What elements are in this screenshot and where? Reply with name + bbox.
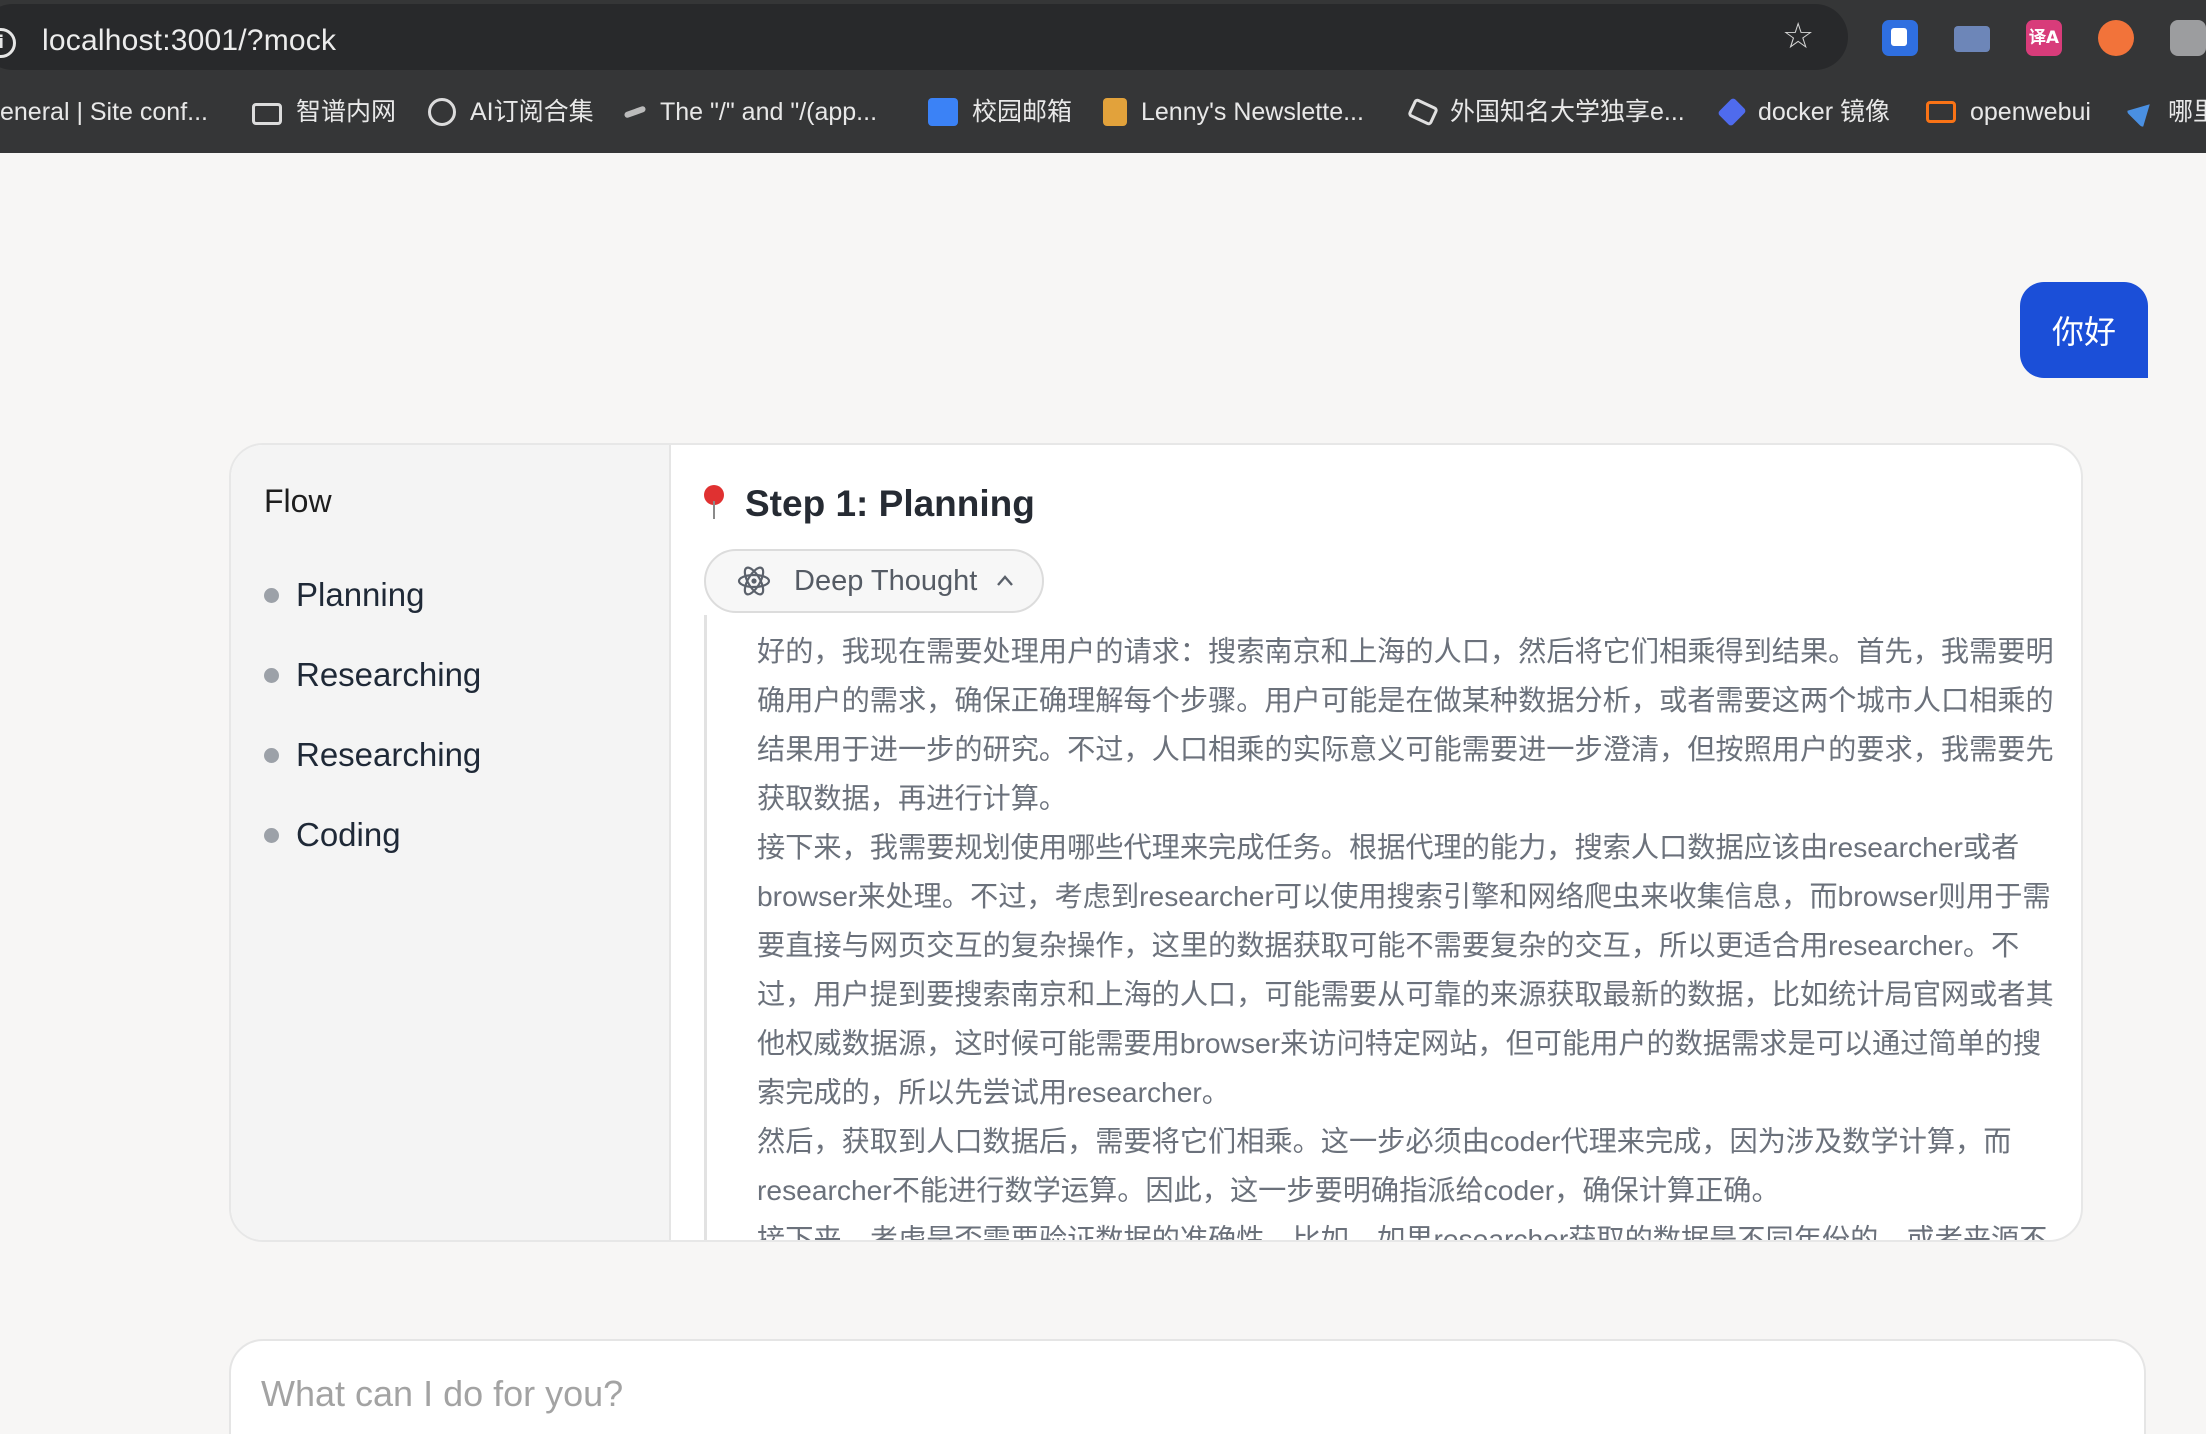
user-message-bubble: 你好 xyxy=(2020,282,2148,378)
bookmark-label: docker 镜像 xyxy=(1758,98,1890,126)
bookmark-item[interactable]: 哪里 xyxy=(2125,94,2206,130)
flow-main: Step 1: Planning Deep Thought 好的，我现在需要处理… xyxy=(673,445,2081,1240)
bookmark-item[interactable]: Lenny's Newslette... xyxy=(1103,94,1364,130)
bookmark-label: eneral | Site conf... xyxy=(0,98,208,126)
flow-step-planning[interactable]: Planning xyxy=(264,576,424,614)
flow-step-researching[interactable]: Researching xyxy=(264,736,481,774)
flow-card: Flow Planning Researching Researching Co… xyxy=(229,443,2083,1242)
arrow-icon xyxy=(623,105,647,119)
bookmark-label: openwebui xyxy=(1970,98,2091,126)
bookmark-item[interactable]: eneral | Site conf... xyxy=(0,94,208,130)
bookmark-label: Lenny's Newslette... xyxy=(1141,98,1364,126)
step-dot-icon xyxy=(264,747,279,763)
step-dot-icon xyxy=(264,827,279,843)
bookmark-label: AI订阅合集 xyxy=(470,98,594,126)
browser-chrome: localhost:3001/?mock ☆ 译A eneral | Site … xyxy=(0,0,2206,153)
bookmark-label: 哪里 xyxy=(2168,98,2206,126)
toolbox-icon[interactable] xyxy=(1954,26,1990,52)
flow-step-researching[interactable]: Researching xyxy=(264,656,481,694)
chat-input-container xyxy=(229,1339,2146,1434)
openwebui-icon xyxy=(1926,101,1956,123)
bookmark-star-icon[interactable]: ☆ xyxy=(1782,18,1814,54)
chat-input[interactable] xyxy=(261,1371,1761,1417)
flow-step-label: Researching xyxy=(296,656,482,693)
docker-icon xyxy=(1717,97,1747,127)
translate-icon[interactable]: 译A xyxy=(2026,20,2062,56)
pin-icon xyxy=(701,485,727,523)
url-text[interactable]: localhost:3001/?mock xyxy=(42,24,336,58)
graduation-cap-icon xyxy=(928,98,958,126)
address-bar[interactable]: localhost:3001/?mock xyxy=(0,4,1848,70)
folder-icon xyxy=(252,103,282,125)
thought-paragraph: 接下来，我需要规划使用哪些代理来完成任务。根据代理的能力，搜索人口数据应该由re… xyxy=(757,831,2054,1108)
newsletter-icon xyxy=(1103,98,1127,126)
rss-icon[interactable] xyxy=(2098,20,2134,56)
step-dot-icon xyxy=(264,587,279,603)
step-title: Step 1: Planning xyxy=(701,483,1035,525)
bookmark-item[interactable]: AI订阅合集 xyxy=(428,94,594,130)
deep-thought-toggle[interactable]: Deep Thought xyxy=(704,549,1044,613)
bookmark-item[interactable]: 校园邮箱 xyxy=(928,94,1072,130)
bookmark-item[interactable]: openwebui xyxy=(1926,94,2091,130)
bookmark-label: 智谱内网 xyxy=(296,98,397,126)
thought-paragraph: 接下来，考虑是否需要验证数据的准确性。比如，如果researcher获取的数据是… xyxy=(757,1223,2048,1242)
plane-icon xyxy=(1406,97,1440,127)
flow-title: Flow xyxy=(264,483,332,519)
flow-step-label: Coding xyxy=(296,816,401,853)
camera-icon[interactable] xyxy=(2170,20,2206,56)
bookmark-label: 外国知名大学独享e... xyxy=(1450,98,1685,126)
bookmark-label: 校园邮箱 xyxy=(972,98,1073,126)
bookmark-label: The "/" and "/(app... xyxy=(660,98,878,126)
deep-thought-content: 好的，我现在需要处理用户的请求：搜索南京和上海的人口，然后将它们相乘得到结果。首… xyxy=(704,615,2064,1242)
bookmark-item[interactable]: 外国知名大学独享e... xyxy=(1406,94,1685,130)
flow-sidebar: Flow Planning Researching Researching Co… xyxy=(231,445,671,1240)
globe-icon xyxy=(428,98,456,126)
bookmark-lock-icon[interactable] xyxy=(1882,20,1918,56)
flow-step-coding[interactable]: Coding xyxy=(264,816,401,854)
atom-icon xyxy=(737,566,771,596)
deep-thought-label: Deep Thought xyxy=(794,564,978,597)
bookmark-item[interactable]: docker 镜像 xyxy=(1717,94,1890,130)
step-title-text: Step 1: Planning xyxy=(745,483,1035,524)
thought-paragraph: 然后，获取到人口数据后，需要将它们相乘。这一步必须由coder代理来完成，因为涉… xyxy=(757,1125,2012,1206)
bookmark-item[interactable]: The "/" and "/(app... xyxy=(623,94,878,130)
thought-paragraph: 好的，我现在需要处理用户的请求：搜索南京和上海的人口，然后将它们相乘得到结果。首… xyxy=(757,635,2054,814)
step-dot-icon xyxy=(264,667,279,683)
bookmarks-bar: eneral | Site conf... 智谱内网 AI订阅合集 The "/… xyxy=(0,88,2206,136)
chevron-up-icon xyxy=(997,575,1014,586)
flow-step-label: Researching xyxy=(296,736,482,773)
bookmark-item[interactable]: 智谱内网 xyxy=(252,94,396,130)
site-info-icon[interactable] xyxy=(0,28,16,58)
flow-step-label: Planning xyxy=(296,576,425,613)
send-icon xyxy=(2125,95,2159,129)
